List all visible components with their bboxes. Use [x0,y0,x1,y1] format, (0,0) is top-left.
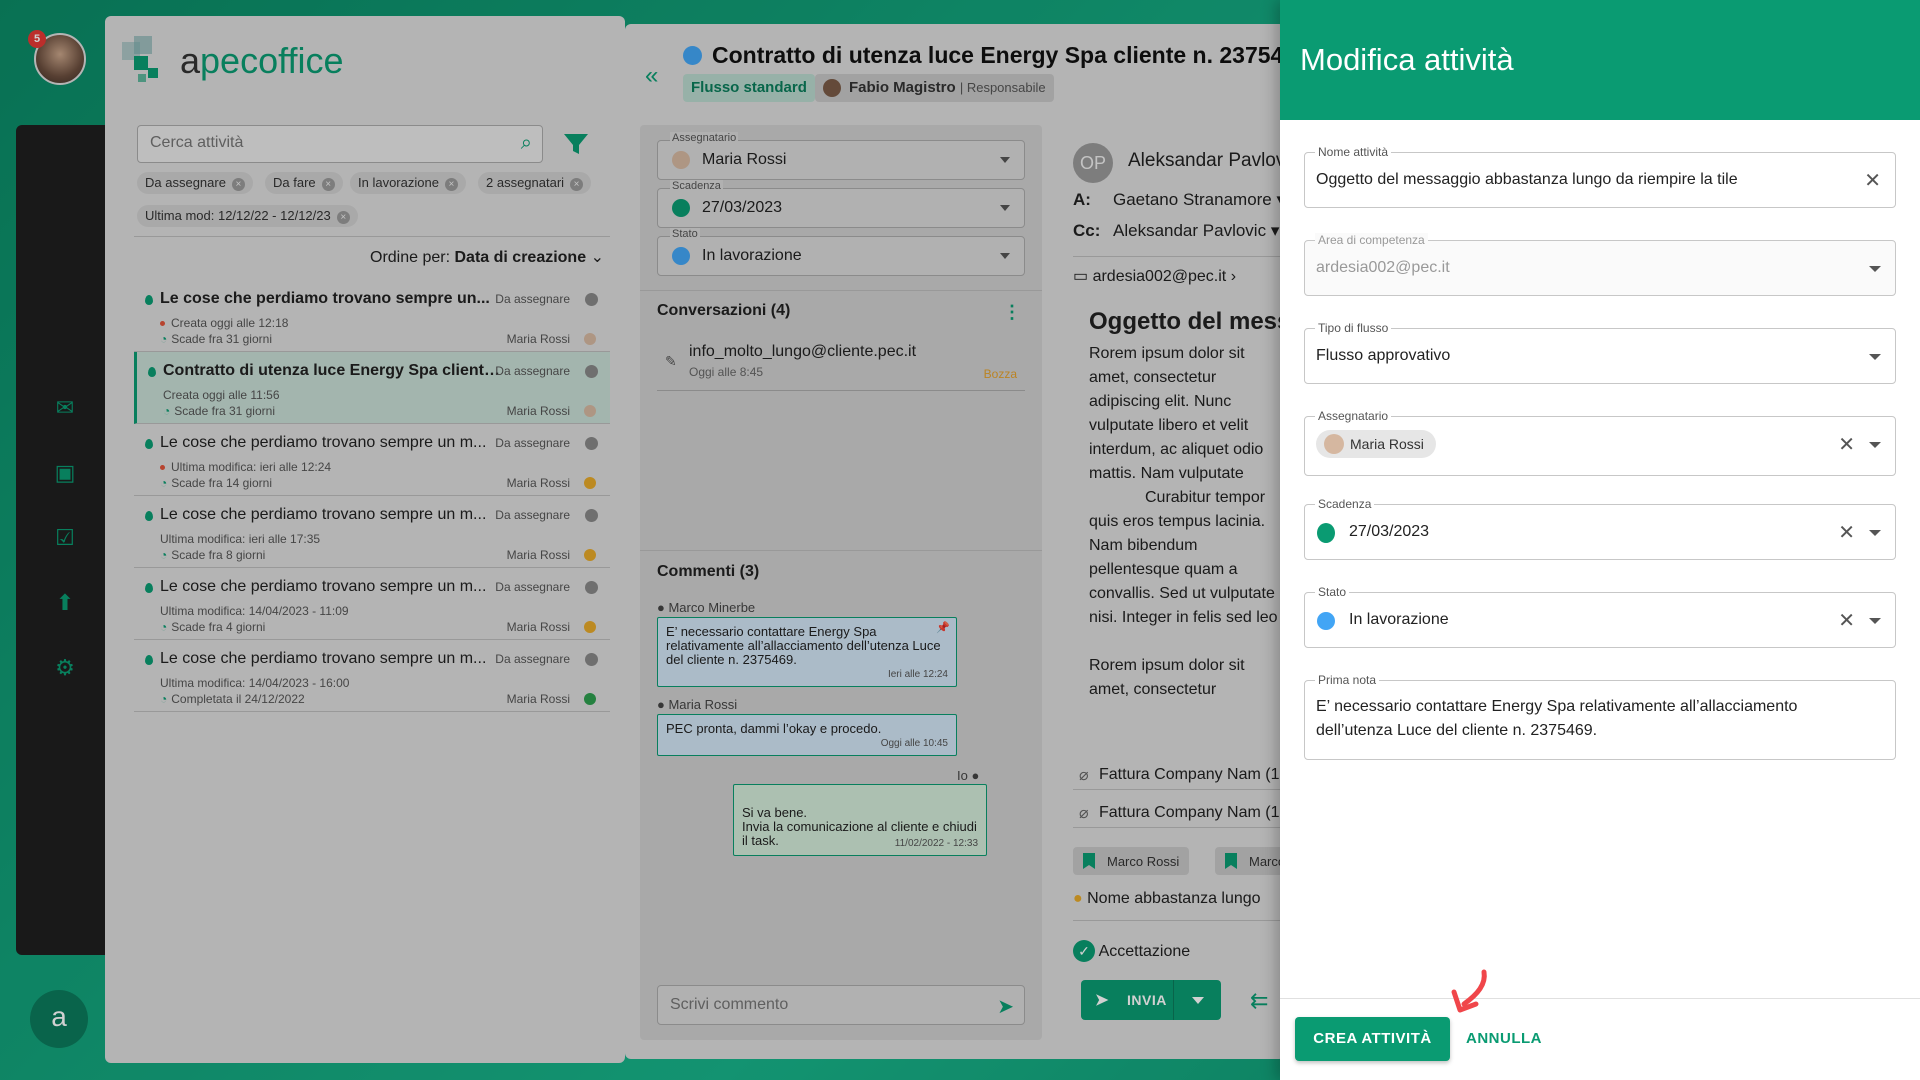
area-value: ardesia002@pec.it [1316,259,1450,276]
caret-down-icon[interactable] [1869,618,1881,624]
due-date-value: 27/03/2023 [1349,523,1430,540]
field-label: Nome attività [1315,145,1392,159]
create-task-button[interactable]: CREA ATTIVITÀ [1295,1017,1450,1061]
assignee-field[interactable]: Assegnatario Maria Rossi ✕ [1304,409,1896,476]
clear-icon[interactable]: ✕ [1838,520,1855,545]
flow-type-value: Flusso approvativo [1316,347,1451,364]
field-label: Tipo di flusso [1315,321,1392,335]
first-note-value[interactable]: E’ necessario contattare Energy Spa rela… [1316,695,1876,743]
clear-icon[interactable]: ✕ [1838,608,1855,633]
field-label: Scadenza [1315,497,1375,511]
assignee-chip[interactable]: Maria Rossi [1316,430,1436,458]
drawer-header: Modifica attività [1280,0,1920,120]
cancel-button[interactable]: ANNULLA [1464,1017,1544,1061]
state-field[interactable]: Stato In lavorazione ✕ [1304,585,1896,648]
area-field[interactable]: Area di competenza ardesia002@pec.it [1304,233,1896,296]
field-label: Area di competenza [1315,233,1428,247]
timer-icon [1317,523,1335,543]
caret-down-icon[interactable] [1869,354,1881,360]
status-dot-icon [1317,612,1335,630]
highlight-arrow-icon [1451,969,1487,1013]
due-date-field[interactable]: Scadenza 27/03/2023 ✕ [1304,497,1896,560]
field-label: Prima nota [1315,673,1380,687]
drawer-title: Modifica attività [1300,42,1514,77]
divider [1280,998,1920,999]
caret-down-icon[interactable] [1869,530,1881,536]
field-label: Assegnatario [1315,409,1392,423]
caret-down-icon[interactable] [1869,266,1881,272]
task-name-value[interactable]: Oggetto del messaggio abbastanza lungo d… [1316,171,1738,189]
first-note-field[interactable]: Prima nota E’ necessario contattare Ener… [1304,673,1896,760]
state-value: In lavorazione [1349,611,1449,628]
field-label: Stato [1315,585,1350,599]
caret-down-icon[interactable] [1869,442,1881,448]
task-name-field[interactable]: Nome attività Oggetto del messaggio abba… [1304,145,1896,208]
clear-icon[interactable]: ✕ [1864,168,1881,193]
flow-type-select[interactable]: Tipo di flusso Flusso approvativo [1304,321,1896,384]
clear-icon[interactable]: ✕ [1838,432,1855,457]
